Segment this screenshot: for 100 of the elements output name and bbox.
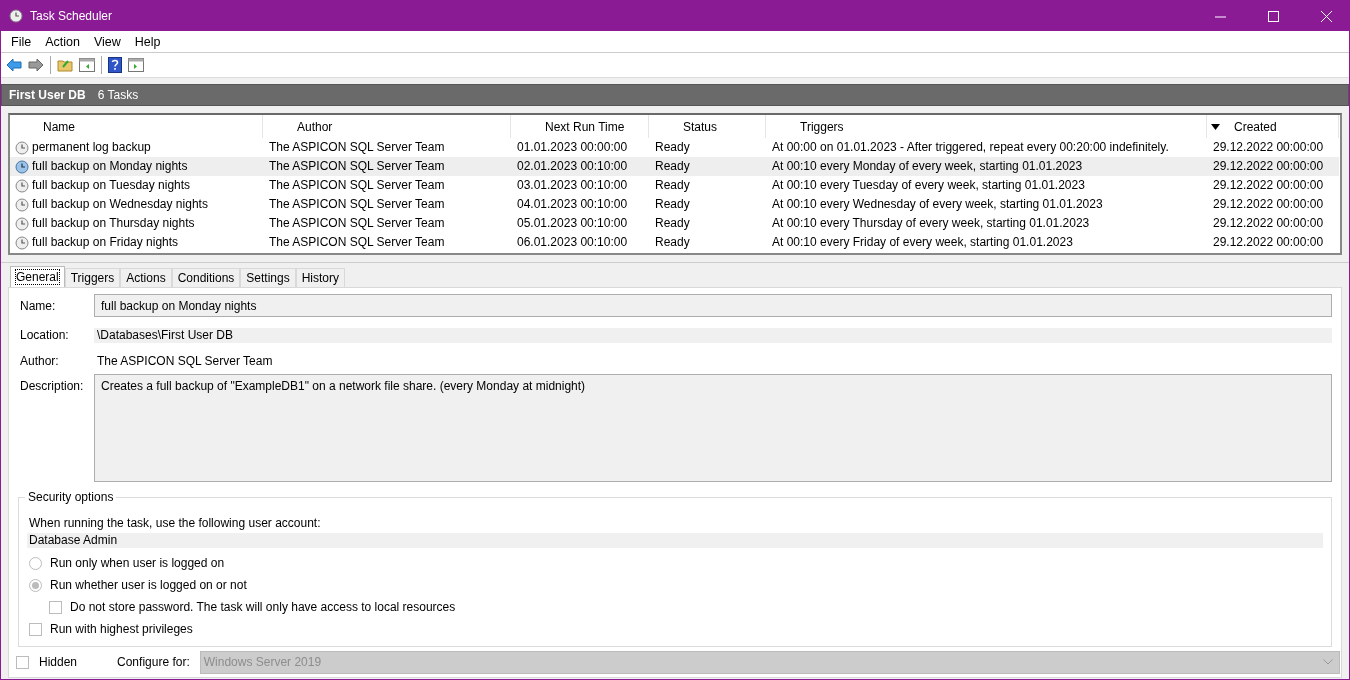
table-cell-text: Ready — [654, 215, 691, 232]
close-icon — [1320, 10, 1332, 22]
table-cell-text: At 00:10 every Tuesday of every week, starting 01.01.2023 — [771, 177, 1086, 194]
table-cell-text: 01.01.2023 00:00:00 — [516, 139, 629, 156]
menu-item[interactable]: View — [86, 34, 128, 49]
table-cell-text: 04.01.2023 00:10:00 — [516, 196, 629, 213]
window-title: Task Scheduler — [30, 9, 114, 23]
tab[interactable]: Settings — [240, 268, 296, 287]
forward-arrow-icon[interactable] — [28, 58, 44, 72]
account-label: When running the task, use the following user account: — [29, 516, 322, 530]
table-cell-text: Ready — [654, 196, 691, 213]
table-cell: 29.12.2022 00:00:00 — [1207, 157, 1339, 176]
table-cell-text: 06.01.2023 00:10:00 — [516, 234, 629, 251]
table-cell[interactable]: full backup on Monday nights — [10, 157, 263, 176]
tab[interactable]: Conditions — [171, 268, 241, 287]
option-label: Run only when user is logged on — [50, 556, 225, 570]
option-label: Run whether user is logged on or not — [50, 578, 247, 592]
field-label: Author: — [20, 353, 60, 368]
table-cell-text: At 00:10 every Thursday of every week, starting 01.01.2023 — [771, 215, 1091, 232]
task-name: full backup on Monday nights — [32, 158, 188, 175]
column-header[interactable]: Triggers — [766, 115, 1207, 138]
table-cell-text: 05.01.2023 00:10:00 — [516, 215, 629, 232]
table-cell[interactable]: full backup on Tuesday nights — [10, 176, 263, 195]
task-name: full backup on Tuesday nights — [32, 177, 191, 194]
table-cell[interactable]: permanent log backup — [10, 138, 263, 157]
table-cell-text: The ASPICON SQL Server Team — [268, 196, 446, 213]
pane-icon[interactable] — [79, 58, 95, 72]
text-field[interactable]: full backup on Monday nights — [94, 294, 1332, 317]
table-cell: Ready — [649, 157, 766, 176]
table-cell[interactable]: full backup on Thursday nights — [10, 214, 263, 233]
table-cell: The ASPICON SQL Server Team — [263, 157, 511, 176]
table-row[interactable]: full backup on Friday nights The ASPICON SQL Server Team 06.01.2023 00:10:00 Ready At 00:10 every Friday of every week, starting 01.01.2023 29.12.2022 00:00:00 — [10, 233, 1340, 252]
table-row[interactable]: full backup on Monday nights The ASPICON SQL Server Team 02.01.2023 00:10:00 Ready At 00:10 every Monday of every week, starting 01.01.2023 29.12.2022 00:00:00 — [10, 157, 1340, 176]
option-label: Run with highest privileges — [50, 622, 193, 636]
menu-item[interactable]: File — [4, 34, 39, 49]
table-cell-text: 03.01.2023 00:10:00 — [516, 177, 629, 194]
task-name: permanent log backup — [32, 139, 151, 156]
table-row[interactable]: permanent log backup The ASPICON SQL Server Team 01.01.2023 00:00:00 Ready At 00:00 on 01.01.2023 - After triggered, repeat every 00:20:00 indefinitely. 29.12.2022 00:00:00 — [10, 138, 1340, 157]
task-name: full backup on Wednesday nights — [32, 196, 208, 213]
menu-item[interactable]: Action — [38, 34, 87, 49]
table-cell-text: Ready — [654, 234, 691, 251]
clock-icon — [15, 216, 29, 231]
task-count: 6 Tasks — [97, 88, 139, 102]
column-header[interactable]: Author — [263, 115, 511, 138]
field-value: The ASPICON SQL Server Team — [96, 353, 274, 368]
help-icon[interactable] — [108, 57, 122, 73]
clock-icon — [15, 140, 29, 155]
table-cell-text: At 00:10 every Friday of every week, starting 01.01.2023 — [771, 234, 1074, 251]
field-label: Description: — [20, 378, 85, 393]
clock-icon — [15, 178, 29, 193]
table-cell: 02.01.2023 00:10:00 — [511, 157, 649, 176]
table-cell-text: 29.12.2022 00:00:00 — [1212, 139, 1325, 156]
table-cell-text: The ASPICON SQL Server Team — [268, 177, 446, 194]
clock-icon — [9, 9, 23, 23]
maximize-icon — [1267, 10, 1279, 22]
option-label: Do not store password. The task will only have access to local resources — [70, 600, 456, 614]
tab[interactable]: Triggers — [64, 268, 121, 287]
option-label: Hidden — [39, 655, 78, 669]
text-area[interactable]: Creates a full backup of "ExampleDB1" on a network file share. (every Monday at midnight) — [94, 374, 1332, 482]
column-header[interactable]: Next Run Time — [511, 115, 649, 138]
table-cell-text: The ASPICON SQL Server Team — [268, 139, 446, 156]
field-label: Name: — [20, 298, 57, 313]
checkbox[interactable] — [49, 600, 62, 614]
field-label: Location: — [20, 327, 70, 342]
table-row[interactable]: full backup on Wednesday nights The ASPICON SQL Server Team 04.01.2023 00:10:00 Ready At 00:10 every Wednesday of every week, starting 01.01.2023 29.12.2022 00:00:00 — [10, 195, 1340, 214]
table-cell-text: 29.12.2022 00:00:00 — [1212, 234, 1325, 251]
text-field[interactable]: \Databases\First User DB — [94, 328, 1332, 343]
task-name: full backup on Friday nights — [32, 234, 179, 251]
radio-button[interactable] — [29, 578, 42, 592]
tab[interactable]: History — [295, 268, 346, 287]
tab[interactable]: Actions — [120, 268, 172, 287]
table-cell-text: At 00:00 on 01.01.2023 - After triggered, repeat every 00:20:00 indefinitely. — [771, 139, 1170, 156]
clock-icon — [15, 159, 29, 174]
pane-icon[interactable] — [128, 58, 144, 72]
clock-icon — [15, 197, 29, 212]
checkbox[interactable] — [29, 622, 42, 636]
menu-item[interactable]: Help — [127, 34, 168, 49]
table-cell: At 00:10 every Monday of every week, starting 01.01.2023 — [766, 157, 1207, 176]
folder-icon[interactable] — [57, 58, 73, 72]
table-cell-text: 29.12.2022 00:00:00 — [1212, 177, 1325, 194]
table-cell[interactable]: full backup on Friday nights — [10, 233, 263, 252]
account-name: Database Admin — [27, 533, 1323, 548]
table-cell-text: Ready — [654, 177, 691, 194]
table-cell-text: At 00:10 every Wednesday of every week, starting 01.01.2023 — [771, 196, 1104, 213]
folder-title: First User DB — [9, 88, 86, 102]
table-cell-text: The ASPICON SQL Server Team — [268, 215, 446, 232]
column-header[interactable]: Created — [1207, 115, 1339, 138]
table-cell[interactable]: full backup on Wednesday nights — [10, 195, 263, 214]
table-cell-text: The ASPICON SQL Server Team — [268, 234, 446, 251]
table-cell-text: 29.12.2022 00:00:00 — [1212, 196, 1325, 213]
dropdown-value: Windows Server 2019 — [203, 655, 322, 669]
table-row[interactable]: full backup on Thursday nights The ASPICON SQL Server Team 05.01.2023 00:10:00 Ready At 00:10 every Thursday of every week, starting 01.01.2023 29.12.2022 00:00:00 — [10, 214, 1340, 233]
table-cell-text: 29.12.2022 00:00:00 — [1212, 215, 1325, 232]
column-header[interactable]: Status — [649, 115, 766, 138]
table-row[interactable]: full backup on Tuesday nights The ASPICON SQL Server Team 03.01.2023 00:10:00 Ready At 00:10 every Tuesday of every week, starting 01.01.2023 29.12.2022 00:00:00 — [10, 176, 1340, 195]
tab[interactable]: General — [10, 266, 65, 287]
radio-button[interactable] — [29, 556, 42, 570]
table-cell-text: Ready — [654, 139, 691, 156]
back-arrow-icon[interactable] — [6, 58, 22, 72]
column-header[interactable]: Name — [10, 115, 263, 138]
